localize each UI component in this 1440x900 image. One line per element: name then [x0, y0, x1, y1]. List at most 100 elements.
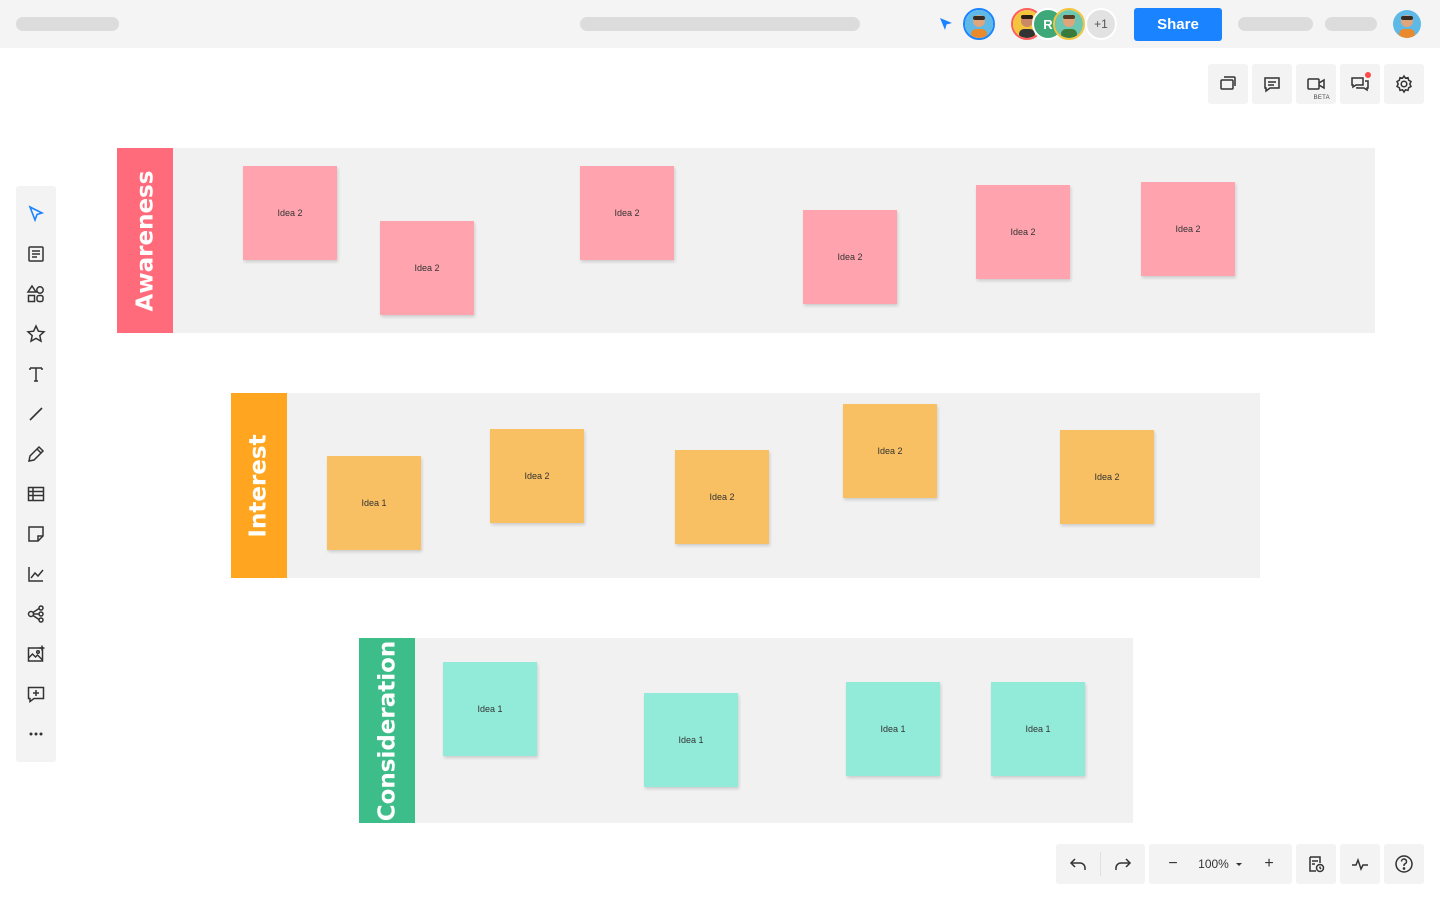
comments-button[interactable] — [1252, 64, 1292, 104]
redo-button[interactable] — [1101, 844, 1145, 884]
left-toolbar — [16, 186, 56, 762]
more-tools[interactable] — [16, 714, 56, 754]
sticky-note-text: Idea 2 — [1010, 227, 1036, 237]
settings-icon — [1396, 74, 1412, 94]
consideration-lane-header[interactable]: Consideration — [359, 638, 415, 823]
activity-button-group — [1340, 844, 1380, 884]
more-collaborators-count: +1 — [1094, 17, 1108, 31]
sticky-note[interactable]: Idea 2 — [803, 210, 897, 304]
table-icon — [27, 486, 45, 502]
mind-map-tool[interactable] — [16, 594, 56, 634]
top-bar: R +1 Share — [0, 0, 1440, 48]
line-icon — [29, 407, 43, 421]
notification-dot — [1365, 72, 1371, 78]
shapes-icon — [26, 284, 44, 303]
pages-icon — [1220, 76, 1236, 90]
redo-icon — [1115, 858, 1132, 870]
zoom-level: 100% — [1198, 857, 1229, 871]
beta-badge: BETA — [1313, 95, 1330, 101]
more-icon — [29, 732, 43, 736]
comments-icon — [1264, 77, 1280, 93]
sticky-note[interactable]: Idea 1 — [644, 693, 738, 787]
awareness-lane-header[interactable]: Awareness — [117, 148, 173, 333]
sticky-note-tool[interactable] — [16, 514, 56, 554]
sticky-note-text: Idea 1 — [678, 735, 704, 745]
chat-button[interactable] — [1340, 64, 1380, 104]
image-tool[interactable] — [16, 634, 56, 674]
profile-avatar[interactable] — [1391, 8, 1423, 40]
sticky-note[interactable]: Idea 2 — [843, 404, 937, 498]
sticky-note[interactable]: Idea 2 — [243, 166, 337, 260]
help-button[interactable] — [1384, 844, 1424, 884]
collaborator-avatar-3[interactable] — [1053, 8, 1085, 40]
menu-placeholder-1[interactable] — [1238, 17, 1313, 31]
activity-button[interactable] — [1340, 844, 1380, 884]
more-collaborators-badge[interactable]: +1 — [1085, 8, 1117, 40]
help-icon — [1395, 855, 1413, 873]
interest-lane-label: Interest — [246, 433, 272, 538]
text-icon — [29, 367, 43, 382]
select-tool[interactable] — [16, 194, 56, 234]
sticky-note[interactable]: Idea 2 — [580, 166, 674, 260]
sticky-note[interactable]: Idea 1 — [443, 662, 537, 756]
awareness-lane-label: Awareness — [132, 170, 158, 311]
sticky-note-text: Idea 2 — [277, 208, 303, 218]
text-tool[interactable] — [16, 354, 56, 394]
sticky-note-text: Idea 2 — [1175, 224, 1201, 234]
pen-icon — [28, 445, 45, 462]
sticky-note[interactable]: Idea 1 — [991, 682, 1085, 776]
doc-title-placeholder[interactable] — [16, 17, 119, 31]
sticky-note[interactable]: Idea 2 — [490, 429, 584, 523]
pages-button[interactable] — [1208, 64, 1248, 104]
image-icon — [27, 645, 45, 662]
zoom-in-label: + — [1264, 855, 1274, 872]
sticky-note[interactable]: Idea 2 — [1060, 430, 1154, 524]
cursor-icon[interactable] — [938, 16, 954, 32]
sticky-note-text: Idea 2 — [709, 492, 735, 502]
pen-tool[interactable] — [16, 434, 56, 474]
sticky-note[interactable]: Idea 2 — [1141, 182, 1235, 276]
comment-add-icon — [27, 686, 45, 703]
undo-redo-group — [1056, 844, 1145, 884]
zoom-out-button[interactable]: − — [1157, 844, 1189, 884]
board-name-placeholder[interactable] — [580, 17, 860, 31]
sticky-note-text: Idea 2 — [524, 471, 550, 481]
undo-button[interactable] — [1056, 844, 1100, 884]
share-button[interactable]: Share — [1134, 8, 1222, 41]
sticky-note[interactable]: Idea 2 — [675, 450, 769, 544]
mind-map-icon — [27, 605, 44, 623]
chevron-down-icon — [1235, 863, 1242, 866]
comment-add-tool[interactable] — [16, 674, 56, 714]
chart-icon — [28, 567, 44, 582]
sticky-note[interactable]: Idea 2 — [976, 185, 1070, 279]
shapes-tool[interactable] — [16, 274, 56, 314]
sticky-note-text: Idea 2 — [1094, 472, 1120, 482]
consideration-lane-label: Consideration — [374, 640, 401, 821]
avatar-letter: R — [1043, 16, 1053, 32]
video-icon — [1307, 78, 1325, 90]
template-tool[interactable] — [16, 234, 56, 274]
history-button-group — [1296, 844, 1336, 884]
video-button[interactable]: BETA — [1296, 64, 1336, 104]
undo-icon — [1069, 858, 1086, 870]
menu-placeholder-2[interactable] — [1325, 17, 1377, 31]
zoom-in-button[interactable]: + — [1253, 844, 1285, 884]
select-icon — [28, 205, 45, 223]
table-tool[interactable] — [16, 474, 56, 514]
sticky-note[interactable]: Idea 2 — [380, 221, 474, 315]
history-button[interactable] — [1296, 844, 1336, 884]
sticky-note-icon — [28, 526, 44, 542]
sticky-note-text: Idea 2 — [614, 208, 640, 218]
interest-lane-header[interactable]: Interest — [231, 393, 287, 578]
sticky-note[interactable]: Idea 1 — [327, 456, 421, 550]
zoom-level-dropdown[interactable]: 100% — [1193, 844, 1249, 884]
history-icon — [1309, 856, 1325, 873]
star-icon — [26, 324, 46, 343]
current-user-avatar[interactable] — [963, 8, 995, 40]
chart-tool[interactable] — [16, 554, 56, 594]
settings-button[interactable] — [1384, 64, 1424, 104]
line-tool[interactable] — [16, 394, 56, 434]
star-tool[interactable] — [16, 314, 56, 354]
sticky-note[interactable]: Idea 1 — [846, 682, 940, 776]
help-button-group — [1384, 844, 1424, 884]
